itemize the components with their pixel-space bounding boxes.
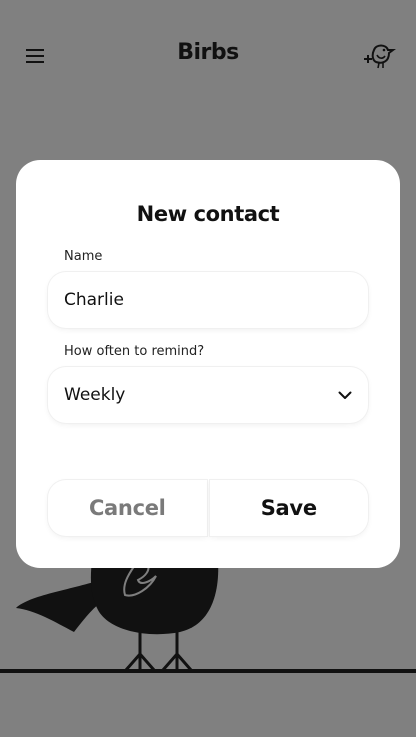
new-contact-dialog: New contact Name Charlie How often to re… (16, 160, 400, 568)
dialog-title: New contact (136, 202, 280, 226)
app-header: Birbs (0, 0, 416, 112)
chevron-down-icon (338, 391, 352, 399)
remind-frequency-label: How often to remind? (64, 344, 205, 359)
name-input[interactable]: Charlie (48, 272, 368, 328)
remind-frequency-value: Weekly (64, 385, 126, 405)
remind-frequency-select[interactable]: Weekly (48, 367, 368, 423)
name-input-value: Charlie (64, 290, 124, 310)
cancel-button[interactable]: Cancel (48, 480, 207, 536)
dialog-actions: Cancel Save (48, 480, 368, 536)
add-bird-icon[interactable] (360, 40, 396, 72)
name-label: Name (64, 249, 103, 264)
ground-line (0, 669, 416, 673)
app-title: Birbs (177, 40, 239, 65)
save-button[interactable]: Save (209, 480, 368, 536)
